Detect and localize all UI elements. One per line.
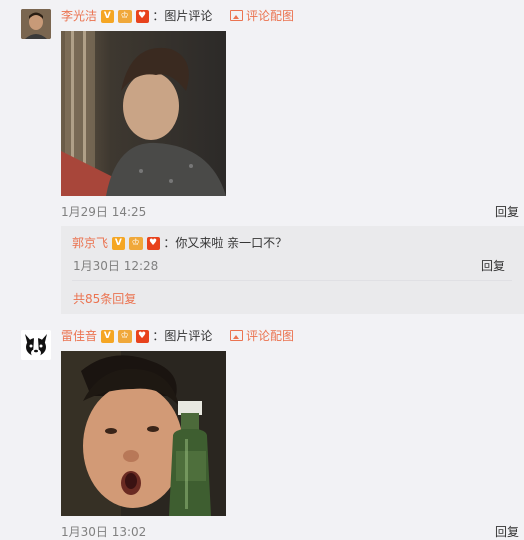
verified-icon: V — [111, 237, 125, 250]
subcomment-timestamp: 1月30日 12:28 — [73, 259, 159, 273]
comment-image-link[interactable]: 评论配图 — [230, 9, 294, 23]
comment-mode-text: ：图片评论 — [152, 9, 213, 23]
username[interactable]: 雷佳音 — [61, 329, 97, 343]
redpacket-icon: ♥ — [135, 10, 149, 23]
image-icon — [230, 330, 243, 341]
more-replies-link[interactable]: 共85条回复 — [73, 290, 136, 307]
avatar[interactable] — [21, 330, 51, 360]
comment-timestamp: 1月29日 14:25 — [61, 205, 147, 219]
divider — [72, 280, 512, 281]
username[interactable]: 李光洁 — [61, 9, 97, 23]
comment-photo[interactable] — [61, 351, 226, 516]
comment-header: 雷佳音 V ♔ ♥ ：图片评论 评论配图 — [61, 328, 294, 344]
comment-mode-text: ：图片评论 — [152, 329, 213, 343]
comment-photo[interactable] — [61, 31, 226, 196]
comment-image-link[interactable]: 评论配图 — [230, 329, 294, 343]
reply-button[interactable]: 回复 — [495, 203, 519, 220]
verified-icon: V — [100, 330, 114, 343]
redpacket-icon: ♥ — [135, 330, 149, 343]
avatar[interactable] — [21, 9, 51, 39]
redpacket-icon: ♥ — [146, 237, 160, 250]
comment-image-link-label: 评论配图 — [246, 9, 295, 23]
subcomment-username[interactable]: 郭京飞 — [72, 236, 108, 250]
comment-header: 李光洁 V ♔ ♥ ：图片评论 评论配图 — [61, 8, 294, 24]
verified-icon: V — [100, 10, 114, 23]
comment-image-link-label: 评论配图 — [246, 329, 295, 343]
vip-icon: ♔ — [128, 237, 143, 250]
subcomment-reply-button[interactable]: 回复 — [481, 257, 505, 274]
comment-timestamp: 1月30日 13:02 — [61, 525, 147, 539]
subcomment-header: 郭京飞 V ♔ ♥ ：你又来啦 亲一口不？ — [72, 235, 287, 251]
vip-icon: ♔ — [117, 330, 132, 343]
reply-button[interactable]: 回复 — [495, 523, 519, 540]
subcomment-text: ：你又来啦 亲一口不？ — [163, 236, 288, 250]
vip-icon: ♔ — [117, 10, 132, 23]
image-icon — [230, 10, 243, 21]
